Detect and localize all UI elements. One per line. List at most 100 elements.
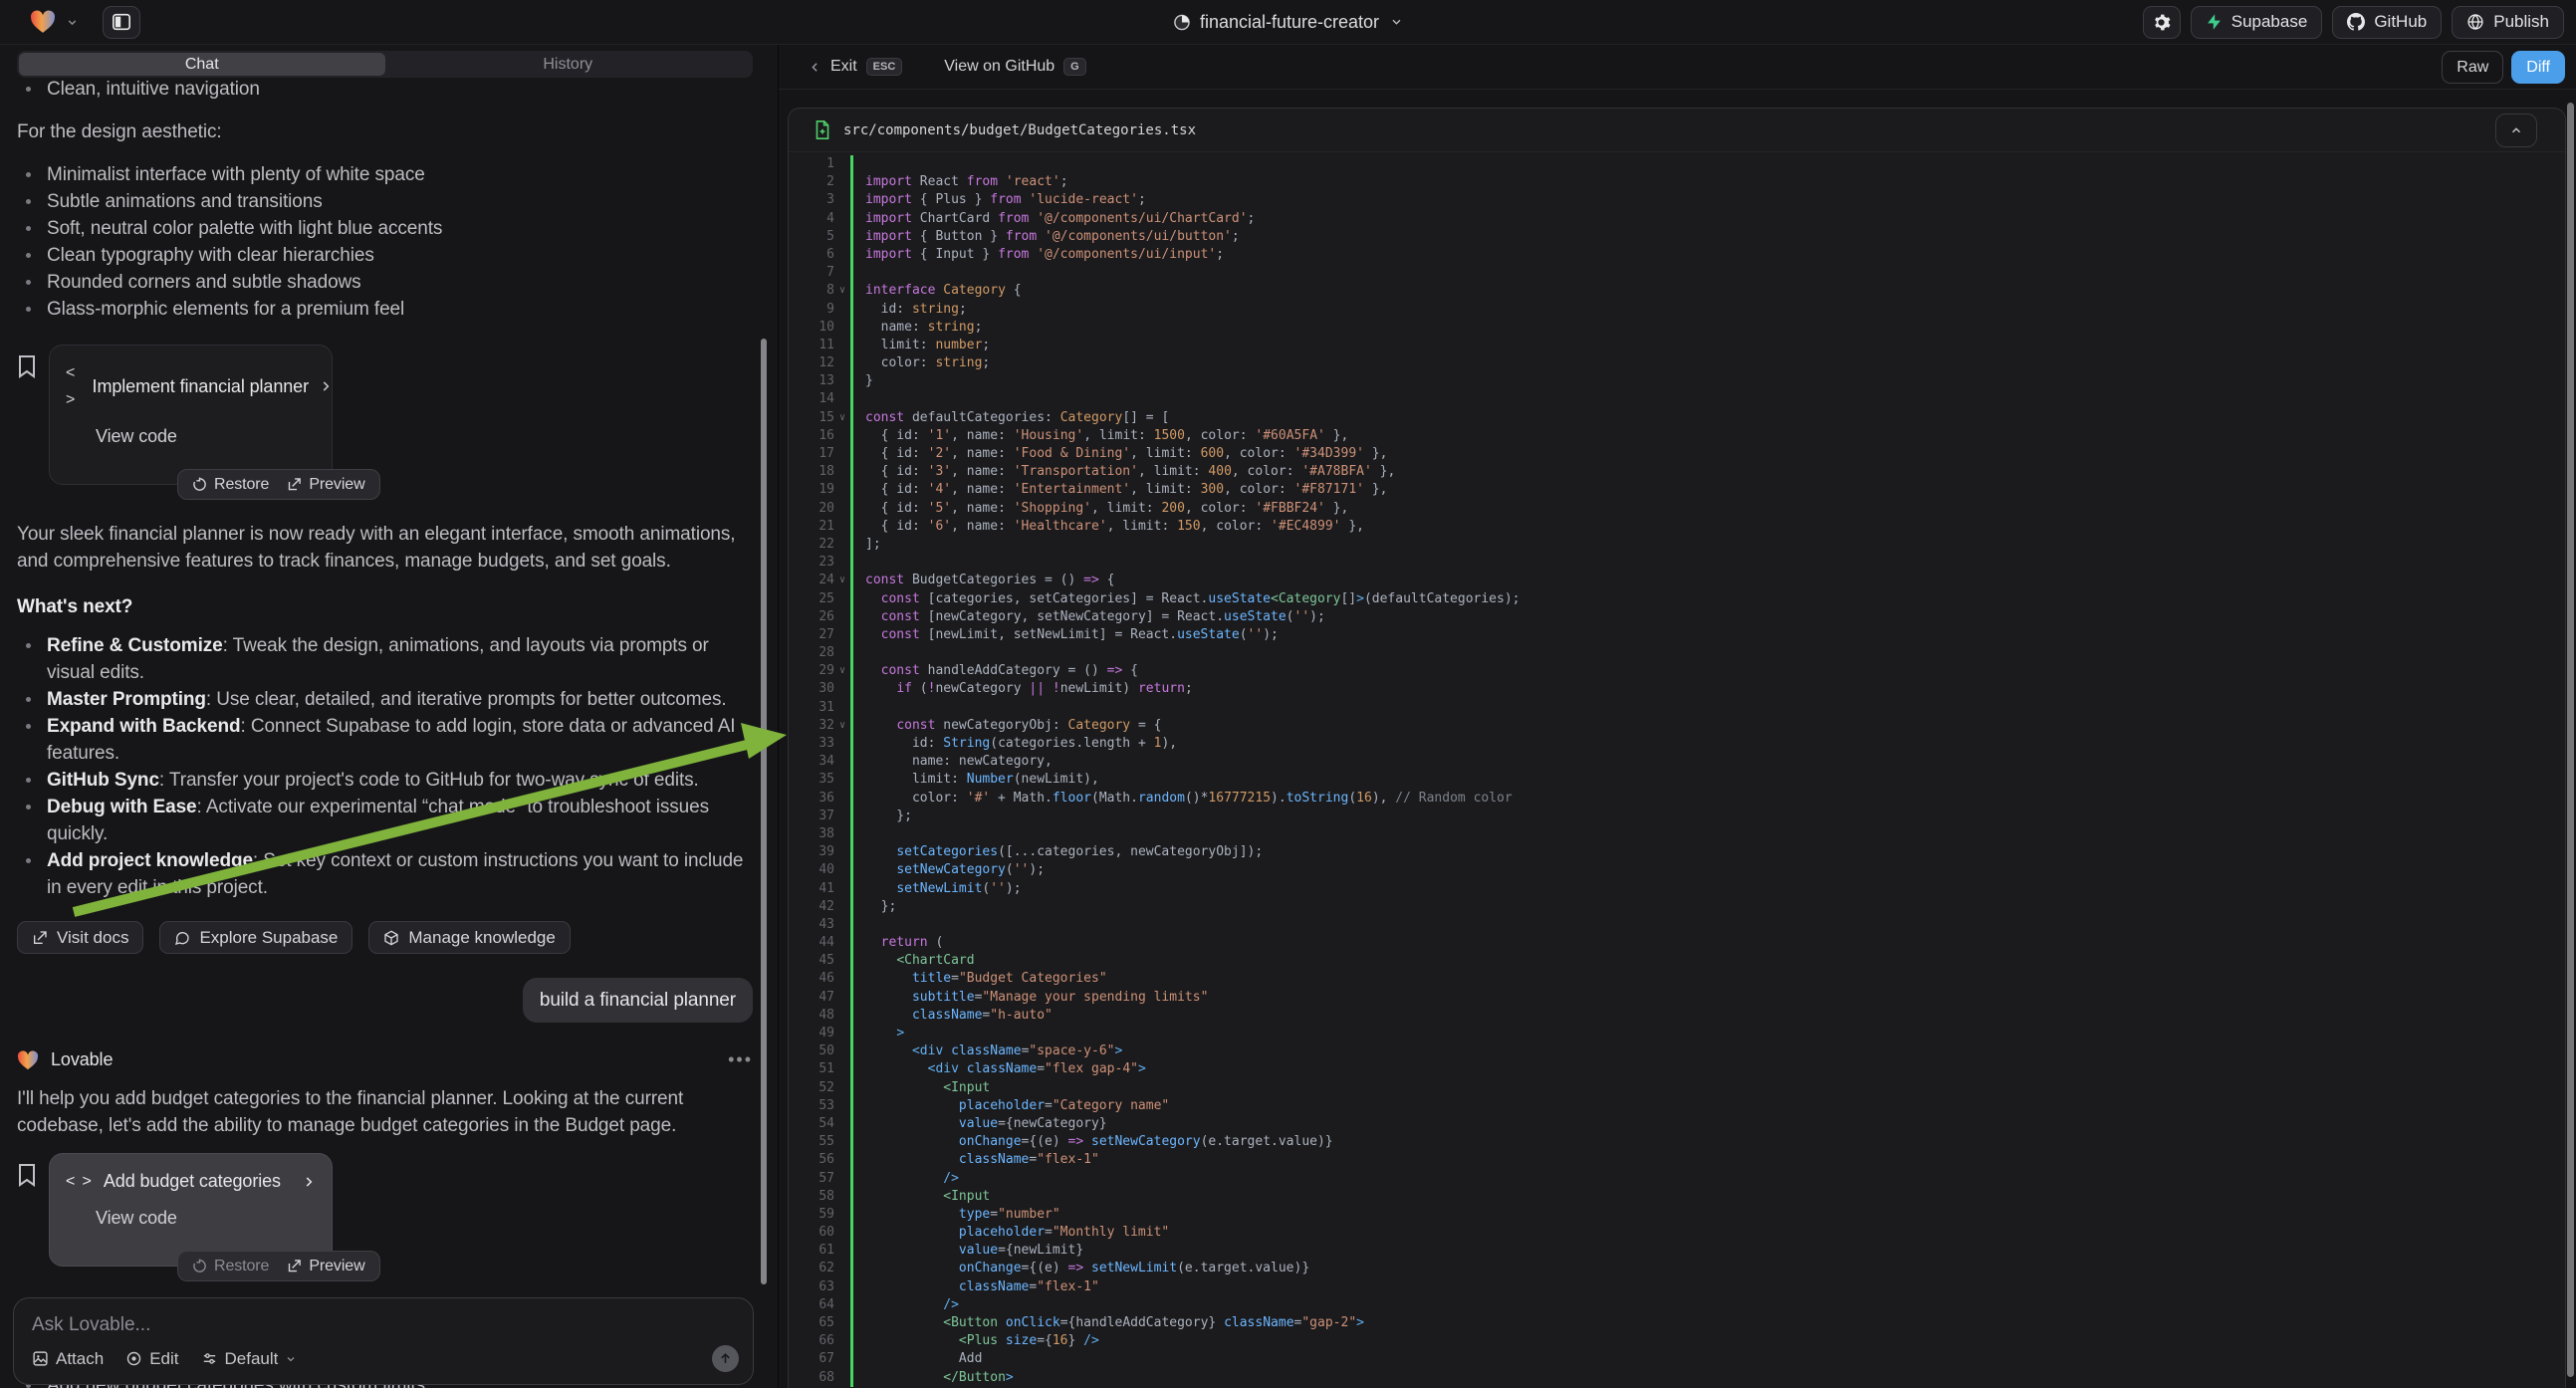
bookmark-icon[interactable] bbox=[17, 354, 37, 378]
fold-chevron-icon bbox=[834, 554, 850, 572]
settings-button[interactable] bbox=[2143, 6, 2181, 39]
manage-knowledge-button[interactable]: Manage knowledge bbox=[368, 921, 570, 954]
chat-scrollbar[interactable] bbox=[761, 339, 767, 1284]
attach-button[interactable]: Attach bbox=[32, 1349, 104, 1369]
code-editor[interactable]: 12import React from 'react';3import { Pl… bbox=[789, 152, 2565, 1388]
target-icon bbox=[125, 1350, 142, 1367]
project-switcher[interactable]: financial-future-creator bbox=[1173, 12, 1403, 33]
preview-button[interactable]: Preview bbox=[287, 471, 364, 498]
code-line: 23 bbox=[789, 554, 2565, 572]
line-number: 64 bbox=[789, 1296, 834, 1314]
fold-chevron-icon bbox=[834, 753, 850, 771]
model-selector[interactable]: Default bbox=[201, 1349, 298, 1369]
code-line: 40 setNewCategory(''); bbox=[789, 861, 2565, 879]
line-number: 27 bbox=[789, 626, 834, 644]
fold-chevron-icon bbox=[834, 916, 850, 934]
top-bar: financial-future-creator Supabase GitHub… bbox=[0, 0, 2576, 45]
chevron-right-icon bbox=[319, 379, 333, 393]
code-line: 4import ChartCard from '@/components/ui/… bbox=[789, 210, 2565, 228]
code-line: 7 bbox=[789, 264, 2565, 282]
edit-button[interactable]: Edit bbox=[125, 1349, 178, 1369]
code-line: 51 <div className="flex gap-4"> bbox=[789, 1060, 2565, 1078]
fold-chevron-icon[interactable]: ∨ bbox=[834, 717, 850, 735]
chat-input-box[interactable]: Ask Lovable... Attach Edit Default bbox=[13, 1297, 754, 1385]
lovable-logo-icon[interactable] bbox=[30, 10, 56, 34]
code-panel: Exit ESC View on GitHub G Raw Diff src/c… bbox=[778, 45, 2576, 1388]
code-scrollbar[interactable] bbox=[2567, 103, 2574, 1377]
view-code-link[interactable]: View code bbox=[96, 423, 316, 450]
chevron-left-icon bbox=[809, 61, 821, 74]
line-number: 52 bbox=[789, 1079, 834, 1097]
preview-button[interactable]: Preview bbox=[287, 1253, 364, 1279]
view-code-link[interactable]: View code bbox=[96, 1205, 316, 1232]
fold-chevron-icon bbox=[834, 372, 850, 390]
fold-chevron-icon bbox=[834, 934, 850, 952]
fold-chevron-icon bbox=[834, 1079, 850, 1097]
bookmark-icon[interactable] bbox=[17, 1163, 37, 1187]
fold-chevron-icon[interactable]: ∨ bbox=[834, 572, 850, 589]
fold-chevron-icon bbox=[834, 1025, 850, 1042]
diff-toggle-button[interactable]: Diff bbox=[2511, 51, 2565, 84]
fold-chevron-icon bbox=[834, 898, 850, 916]
line-number: 51 bbox=[789, 1060, 834, 1078]
visit-docs-button[interactable]: Visit docs bbox=[17, 921, 143, 954]
explore-supabase-button[interactable]: Explore Supabase bbox=[159, 921, 352, 954]
code-line: 63 className="flex-1" bbox=[789, 1278, 2565, 1296]
version-card-title: Implement financial planner bbox=[93, 373, 309, 400]
line-number: 32 bbox=[789, 717, 834, 735]
code-line: 61 value={newLimit} bbox=[789, 1242, 2565, 1260]
line-number: 47 bbox=[789, 989, 834, 1007]
fold-chevron-icon bbox=[834, 1133, 850, 1151]
file-added-icon bbox=[815, 120, 830, 139]
line-number: 7 bbox=[789, 264, 834, 282]
code-line: 68 </Button> bbox=[789, 1369, 2565, 1387]
code-line: 46 title="Budget Categories" bbox=[789, 970, 2565, 988]
code-line: 45 <ChartCard bbox=[789, 952, 2565, 970]
view-on-github-button[interactable]: View on GitHub G bbox=[944, 58, 1085, 76]
fold-chevron-icon[interactable]: ∨ bbox=[834, 409, 850, 427]
code-line: 47 subtitle="Manage your spending limits… bbox=[789, 989, 2565, 1007]
tab-history[interactable]: History bbox=[385, 53, 752, 76]
github-button[interactable]: GitHub bbox=[2332, 6, 2442, 39]
line-number: 23 bbox=[789, 554, 834, 572]
line-number: 41 bbox=[789, 880, 834, 898]
fold-chevron-icon bbox=[834, 608, 850, 626]
fold-chevron-icon bbox=[834, 989, 850, 1007]
code-line: 59 type="number" bbox=[789, 1206, 2565, 1224]
code-line: 58 <Input bbox=[789, 1188, 2565, 1206]
code-line: 27 const [newLimit, setNewLimit] = React… bbox=[789, 626, 2565, 644]
more-options-icon[interactable]: ••• bbox=[728, 1046, 753, 1073]
code-brackets-icon: < > bbox=[66, 359, 83, 413]
restore-button[interactable]: Restore bbox=[192, 471, 269, 498]
whats-next-item: Refine & Customize: Tweak the design, an… bbox=[17, 632, 753, 686]
version-card-add-budget-categories[interactable]: < > Add budget categories View code Rest… bbox=[49, 1153, 333, 1267]
code-line: 33 id: String(categories.length + 1), bbox=[789, 735, 2565, 753]
code-line: 28 bbox=[789, 644, 2565, 662]
line-number: 2 bbox=[789, 173, 834, 191]
code-line: 65 <Button onClick={handleAddCategory} c… bbox=[789, 1314, 2565, 1332]
workspace-chevron-down-icon[interactable] bbox=[66, 16, 79, 29]
raw-toggle-button[interactable]: Raw bbox=[2442, 51, 2503, 84]
version-card-row: < > Add budget categories View code Rest… bbox=[17, 1153, 753, 1267]
supabase-button[interactable]: Supabase bbox=[2191, 6, 2323, 39]
line-number: 53 bbox=[789, 1097, 834, 1115]
tab-chat[interactable]: Chat bbox=[19, 53, 385, 76]
fold-chevron-icon bbox=[834, 319, 850, 337]
fold-chevron-icon[interactable]: ∨ bbox=[834, 662, 850, 680]
line-number: 46 bbox=[789, 970, 834, 988]
collapse-file-button[interactable] bbox=[2495, 114, 2537, 147]
send-button[interactable] bbox=[712, 1345, 739, 1372]
esc-shortcut-badge: ESC bbox=[866, 58, 903, 76]
sidebar-toggle-button[interactable] bbox=[103, 6, 140, 39]
fold-chevron-icon bbox=[834, 699, 850, 717]
restore-button[interactable]: Restore bbox=[192, 1253, 269, 1279]
publish-button[interactable]: Publish bbox=[2452, 6, 2564, 39]
fold-chevron-icon bbox=[834, 155, 850, 173]
supabase-icon bbox=[2206, 13, 2223, 31]
image-icon bbox=[32, 1350, 49, 1367]
whats-next-item: Expand with Backend: Connect Supabase to… bbox=[17, 713, 753, 767]
version-card-row: < > Implement financial planner View cod… bbox=[17, 345, 753, 485]
version-card-implement-financial-planner[interactable]: < > Implement financial planner View cod… bbox=[49, 345, 333, 485]
exit-button[interactable]: Exit ESC bbox=[809, 58, 902, 76]
fold-chevron-icon[interactable]: ∨ bbox=[834, 282, 850, 300]
